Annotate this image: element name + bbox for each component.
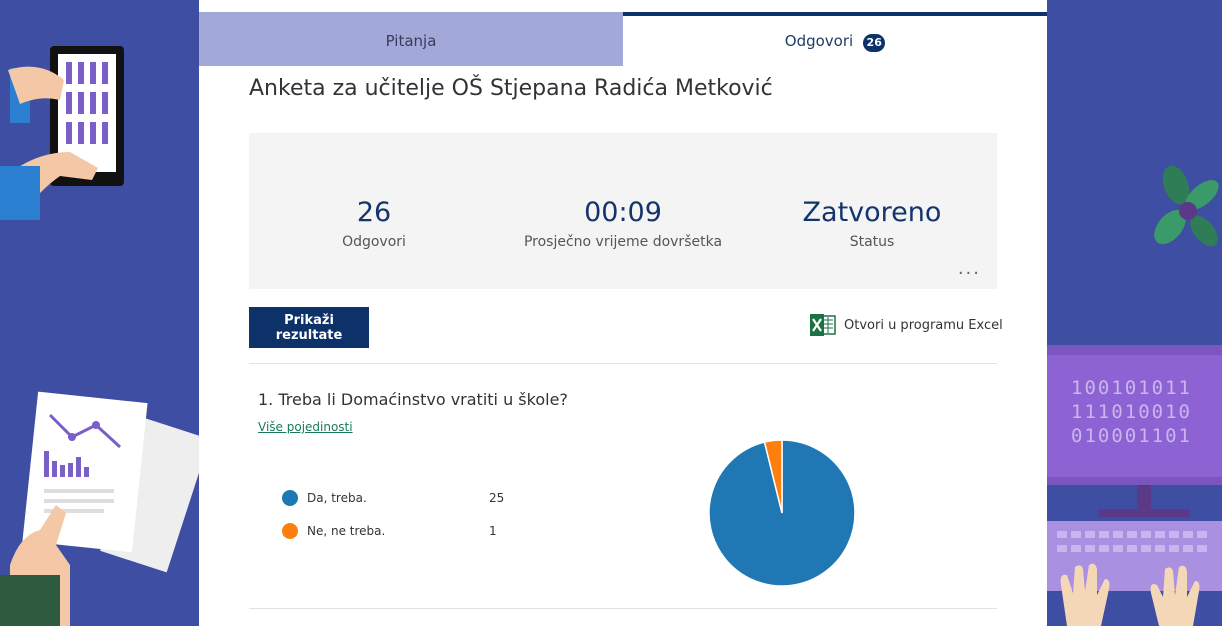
legend-item-no: Ne, ne treba. 1 — [282, 523, 497, 539]
legend-label-yes: Da, treba. — [307, 491, 367, 505]
tab-bar: Pitanja Odgovori 26 — [199, 12, 1047, 66]
legend-item-yes: Da, treba. 25 — [282, 490, 504, 506]
tab-questions-label: Pitanja — [385, 32, 437, 50]
binary-line: 100101011 — [1071, 377, 1192, 399]
tab-questions[interactable]: Pitanja — [199, 12, 623, 66]
question-title: 1. Treba li Domaćinstvo vratiti u škole? — [258, 390, 568, 409]
open-in-excel-link[interactable]: Otvori u programu Excel — [810, 314, 1003, 336]
pie-chart — [708, 439, 856, 587]
legend-count-yes: 25 — [489, 491, 505, 505]
divider — [249, 363, 997, 364]
binary-line: 111010010 — [1071, 401, 1192, 423]
responses-panel: Pitanja Odgovori 26 Anketa za učitelje O… — [199, 0, 1047, 626]
legend-count-no: 1 — [489, 524, 497, 538]
excel-icon — [810, 314, 836, 336]
summary-panel: 26 Odgovori 00:09 Prosječno vrijeme dovr… — [249, 133, 997, 289]
more-options-button[interactable]: ... — [958, 258, 981, 279]
responses-count-badge: 26 — [863, 34, 886, 52]
stat-average-time: 00:09 Prosječno vrijeme dovršetka — [498, 197, 748, 250]
legend-label-no: Ne, ne treba. — [307, 524, 386, 538]
plant-leaves-illustration — [1154, 165, 1219, 247]
stat-status-value: Zatvoreno — [802, 197, 942, 228]
documents-charts-illustration — [0, 391, 200, 626]
form-title: Anketa za učitelje OŠ Stjepana Radića Me… — [249, 76, 773, 101]
tablet-hands-illustration — [0, 46, 124, 220]
stat-responses: 26 Odgovori — [249, 197, 499, 250]
legend-swatch-no — [282, 523, 298, 539]
tab-responses[interactable]: Odgovori 26 — [623, 12, 1047, 66]
legend-swatch-yes — [282, 490, 298, 506]
stat-status: Zatvoreno Status — [747, 197, 997, 250]
stat-average-time-label: Prosječno vrijeme dovršetka — [523, 234, 723, 250]
stat-status-label: Status — [849, 234, 895, 250]
more-details-link[interactable]: Više pojedinosti — [258, 420, 353, 434]
binary-line: 010001101 — [1071, 425, 1192, 447]
open-in-excel-label: Otvori u programu Excel — [844, 317, 1003, 333]
stat-responses-label: Odgovori — [342, 234, 406, 250]
stat-average-time-value: 00:09 — [584, 197, 662, 228]
view-results-button[interactable]: Prikaži rezultate — [249, 307, 369, 348]
tab-responses-label: Odgovori — [784, 32, 854, 50]
divider — [249, 608, 997, 609]
binary-code-text: 100101011 111010010 010001101 — [1071, 376, 1192, 448]
stat-responses-value: 26 — [356, 197, 392, 228]
